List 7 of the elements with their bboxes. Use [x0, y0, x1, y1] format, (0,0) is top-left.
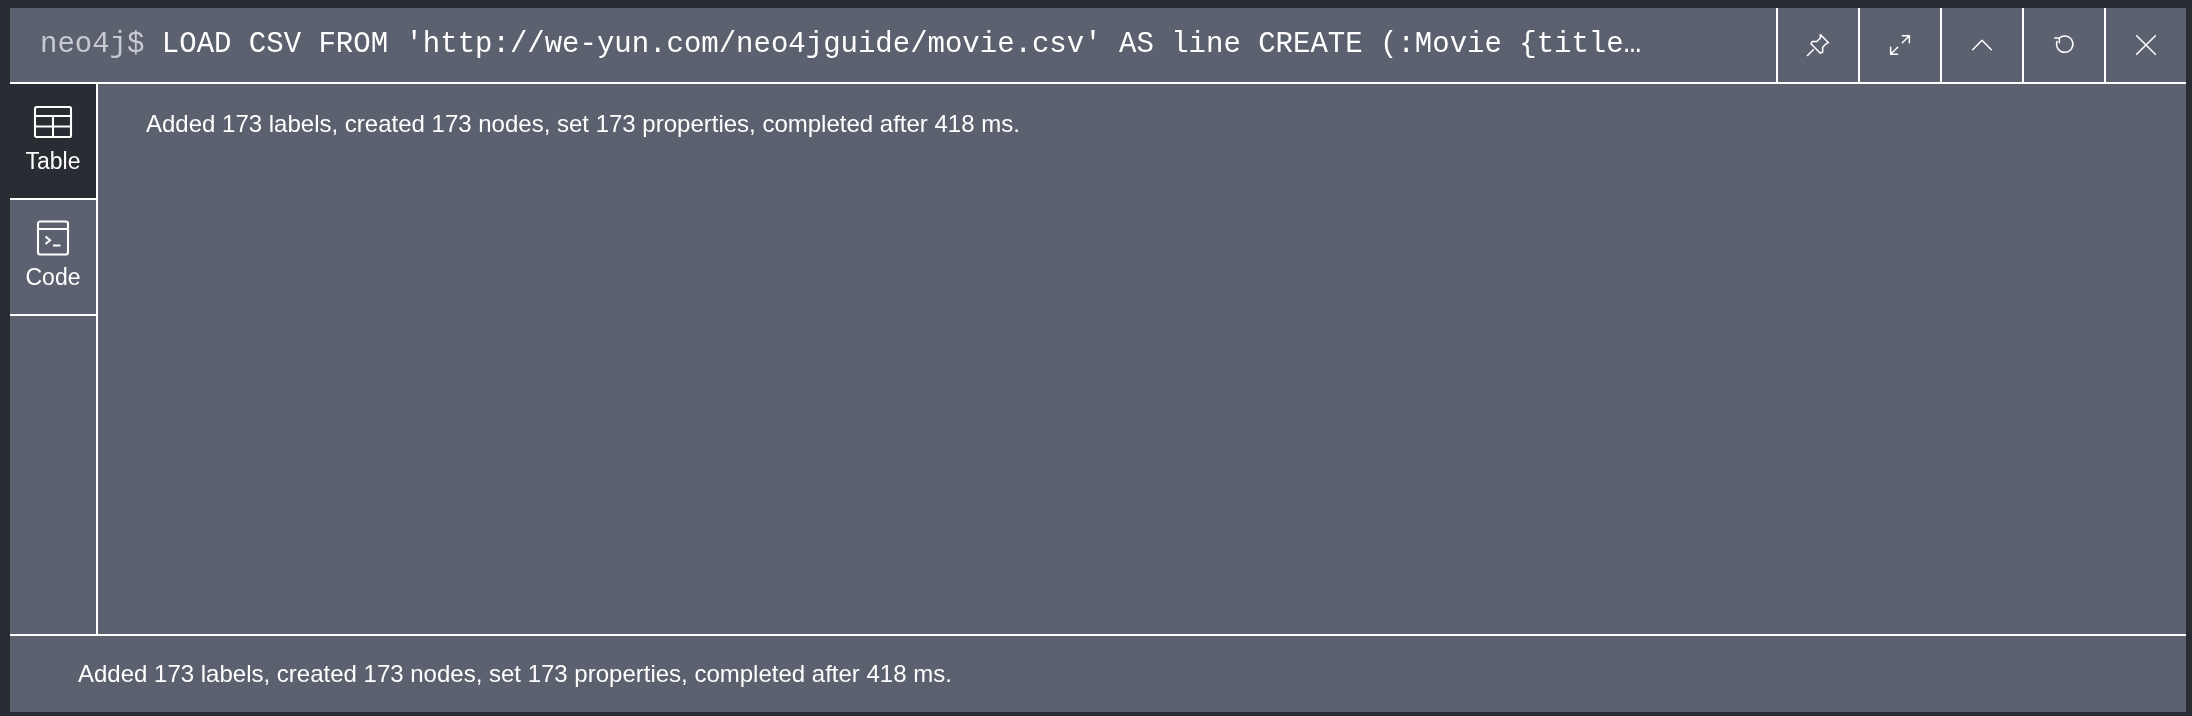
query-text: LOAD CSV FROM 'http://we-yun.com/neo4jguide/movie.csv' AS line CREATE (:Movie {title…: [161, 28, 1642, 62]
status-message: Added 173 labels, created 173 nodes, set 173 properties, completed after 418 ms.: [78, 659, 952, 689]
prompt-text: neo4j$: [40, 28, 145, 62]
pin-icon: [1804, 31, 1832, 59]
table-icon: [32, 103, 74, 140]
result-message: Added 173 labels, created 173 nodes, set 173 properties, completed after 418 ms.: [146, 109, 1021, 139]
table-tab[interactable]: Table: [10, 84, 96, 200]
